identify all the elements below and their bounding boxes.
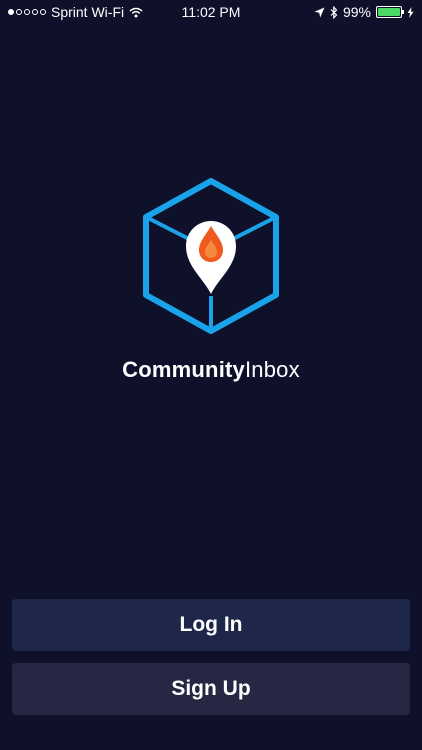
welcome-screen: Sprint Wi-Fi 11:02 PM 99% CommunityInbox…: [0, 0, 422, 750]
bluetooth-icon: [330, 5, 338, 19]
wifi-icon: [129, 7, 143, 18]
location-arrow-icon: [314, 7, 325, 18]
status-right: 99%: [314, 4, 414, 20]
login-button[interactable]: Log In: [12, 599, 410, 651]
carrier-label: Sprint Wi-Fi: [51, 4, 125, 20]
battery-percent: 99%: [342, 4, 371, 20]
signal-strength-icon: [8, 9, 46, 15]
status-left: Sprint Wi-Fi: [8, 4, 143, 20]
brand-name-regular: Inbox: [244, 357, 300, 382]
charging-bolt-icon: [407, 6, 414, 18]
app-logo: [143, 178, 279, 334]
cube-location-pin-flame-icon: [143, 178, 279, 334]
battery-icon: [376, 6, 404, 18]
signup-button[interactable]: Sign Up: [12, 663, 410, 715]
status-bar: Sprint Wi-Fi 11:02 PM 99%: [0, 0, 422, 24]
brand-wordmark: CommunityInbox: [0, 357, 422, 383]
battery-level-fill: [378, 8, 400, 16]
brand-name-bold: Community: [122, 357, 245, 382]
